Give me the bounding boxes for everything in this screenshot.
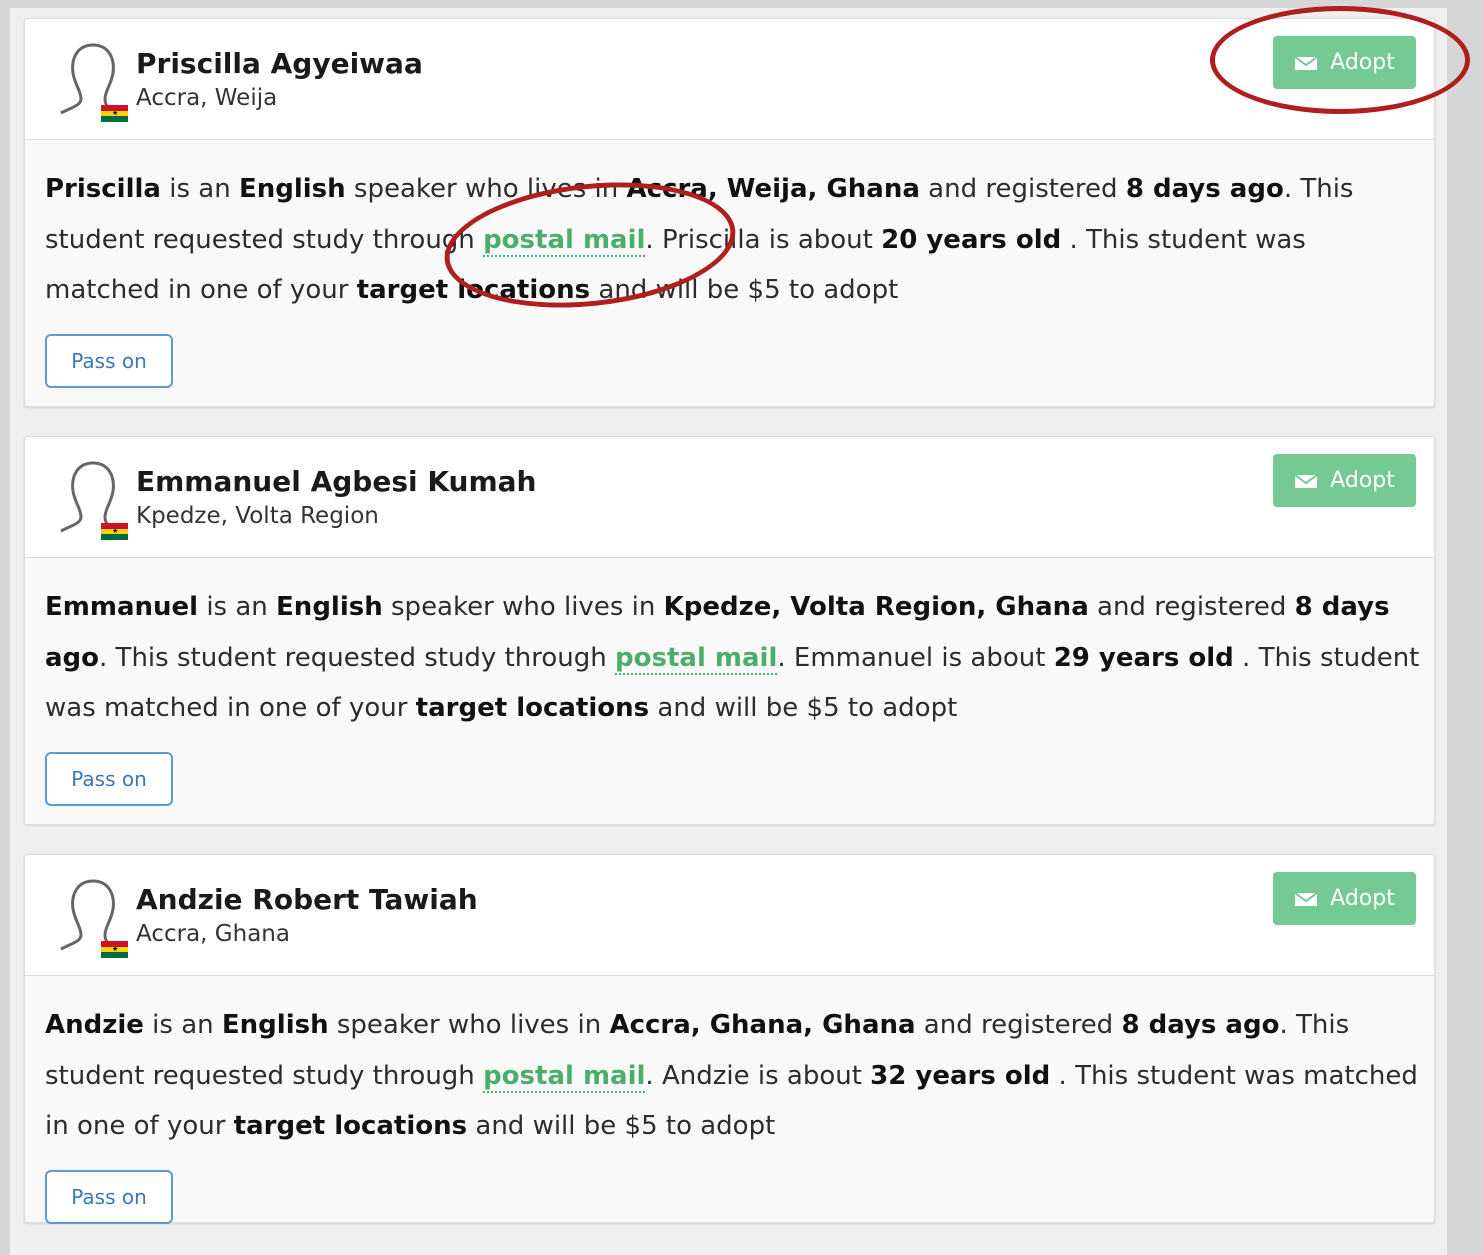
postal-mail-link[interactable]: postal mail bbox=[615, 642, 778, 675]
ghana-flag-icon: ★ bbox=[101, 941, 128, 959]
student-location: Accra, Ghana bbox=[136, 921, 290, 947]
student-place: Accra, Weija, Ghana bbox=[626, 174, 920, 204]
student-card: ★ Andzie Robert Tawiah Accra, Ghana Adop… bbox=[24, 854, 1435, 1224]
student-age: 20 years old bbox=[881, 224, 1062, 255]
envelope-icon bbox=[1294, 891, 1318, 906]
student-first-name: Priscilla bbox=[45, 174, 161, 204]
student-place: Accra, Ghana, Ghana bbox=[609, 1010, 916, 1040]
adopt-button-label: Adopt bbox=[1330, 886, 1395, 911]
student-language: English bbox=[276, 592, 383, 622]
student-location: Accra, Weija bbox=[136, 85, 278, 111]
student-name: Emmanuel Agbesi Kumah bbox=[136, 465, 537, 498]
student-description: Priscilla is an English speaker who live… bbox=[45, 174, 1354, 305]
ghana-flag-icon: ★ bbox=[101, 523, 128, 541]
envelope-icon bbox=[1294, 473, 1318, 488]
student-name: Andzie Robert Tawiah bbox=[136, 883, 478, 916]
target-locations-text: target locations bbox=[233, 1111, 468, 1141]
student-description: Andzie is an English speaker who lives i… bbox=[45, 1010, 1418, 1141]
student-description: Emmanuel is an English speaker who lives… bbox=[45, 592, 1420, 723]
pass-on-button[interactable]: Pass on bbox=[45, 752, 173, 806]
envelope-icon bbox=[1294, 55, 1318, 70]
adopt-button-label: Adopt bbox=[1330, 50, 1395, 75]
postal-mail-link[interactable]: postal mail bbox=[483, 224, 646, 257]
student-card-body: Emmanuel is an English speaker who lives… bbox=[25, 558, 1434, 824]
student-first-name: Emmanuel bbox=[45, 592, 199, 622]
pass-on-button[interactable]: Pass on bbox=[45, 334, 173, 388]
student-name: Priscilla Agyeiwaa bbox=[136, 47, 423, 80]
student-card-header: ★ Priscilla Agyeiwaa Accra, Weija Adopt bbox=[25, 19, 1434, 140]
adopt-button[interactable]: Adopt bbox=[1273, 36, 1416, 89]
target-locations-text: target locations bbox=[356, 275, 591, 305]
student-place: Kpedze, Volta Region, Ghana bbox=[663, 592, 1089, 622]
pass-on-button[interactable]: Pass on bbox=[45, 1170, 173, 1224]
adopt-button[interactable]: Adopt bbox=[1273, 872, 1416, 925]
postal-mail-link[interactable]: postal mail bbox=[483, 1060, 646, 1093]
student-card-header: ★ Emmanuel Agbesi Kumah Kpedze, Volta Re… bbox=[25, 437, 1434, 558]
student-age: 32 years old bbox=[870, 1060, 1051, 1091]
student-language: English bbox=[221, 1010, 329, 1040]
ghana-flag-icon: ★ bbox=[101, 105, 128, 123]
student-language: English bbox=[238, 174, 346, 204]
student-first-name: Andzie bbox=[45, 1010, 144, 1040]
student-card-body: Andzie is an English speaker who lives i… bbox=[25, 976, 1434, 1224]
student-card: ★ Emmanuel Agbesi Kumah Kpedze, Volta Re… bbox=[24, 436, 1435, 825]
student-card: ★ Priscilla Agyeiwaa Accra, Weija Adopt … bbox=[24, 18, 1435, 407]
student-age: 29 years old bbox=[1053, 642, 1234, 673]
adopt-button[interactable]: Adopt bbox=[1273, 454, 1416, 507]
student-card-header: ★ Andzie Robert Tawiah Accra, Ghana Adop… bbox=[25, 855, 1434, 976]
target-locations-text: target locations bbox=[415, 693, 650, 723]
student-registered: 8 days ago bbox=[1125, 174, 1284, 204]
student-registered: 8 days ago bbox=[1121, 1010, 1280, 1040]
student-location: Kpedze, Volta Region bbox=[136, 503, 379, 529]
adopt-button-label: Adopt bbox=[1330, 468, 1395, 493]
student-card-body: Priscilla is an English speaker who live… bbox=[25, 140, 1434, 406]
